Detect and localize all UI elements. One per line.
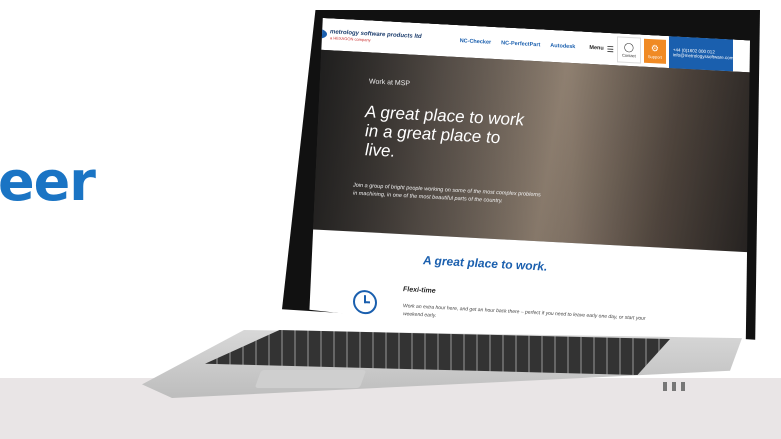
section-title: A great place to work. bbox=[423, 253, 548, 274]
site-nav: NC-Checker NC-PerfectPart Autodesk bbox=[460, 38, 576, 50]
clock-icon bbox=[353, 290, 377, 315]
brand-name: metrology software products ltd a HEXAGO… bbox=[330, 29, 422, 45]
usb-port bbox=[663, 382, 667, 391]
support-button[interactable]: ⚙ Support bbox=[644, 39, 666, 64]
contact-button[interactable]: ◯ Contact bbox=[617, 36, 641, 63]
feature-title: Flexi-time bbox=[403, 286, 436, 295]
nav-item-nc-perfectpart[interactable]: NC-PerfectPart bbox=[501, 40, 540, 48]
gear-icon: ⚙ bbox=[650, 43, 659, 54]
menu-button[interactable]: Menu bbox=[589, 45, 603, 52]
chat-icon: ◯ bbox=[623, 41, 634, 53]
trackpad bbox=[254, 370, 367, 388]
nav-item-autodesk[interactable]: Autodesk bbox=[550, 43, 575, 50]
usb-port bbox=[681, 382, 685, 391]
contact-info: +44 (0)1602 000 012 info@metrologyssoftw… bbox=[669, 36, 733, 71]
laptop: metrology software products ltd a HEXAGO… bbox=[0, 0, 781, 439]
usb-port bbox=[672, 382, 676, 391]
feature-body: Work an extra hour here, and get an hour… bbox=[403, 303, 646, 322]
nav-item-nc-checker[interactable]: NC-Checker bbox=[460, 38, 491, 46]
hero-title: A great place to work in a great place t… bbox=[365, 102, 525, 161]
hamburger-icon[interactable]: ☰ bbox=[607, 44, 614, 53]
hero-banner: Work at MSP A great place to work in a g… bbox=[305, 49, 750, 252]
laptop-screen: metrology software products ltd a HEXAGO… bbox=[305, 17, 750, 358]
